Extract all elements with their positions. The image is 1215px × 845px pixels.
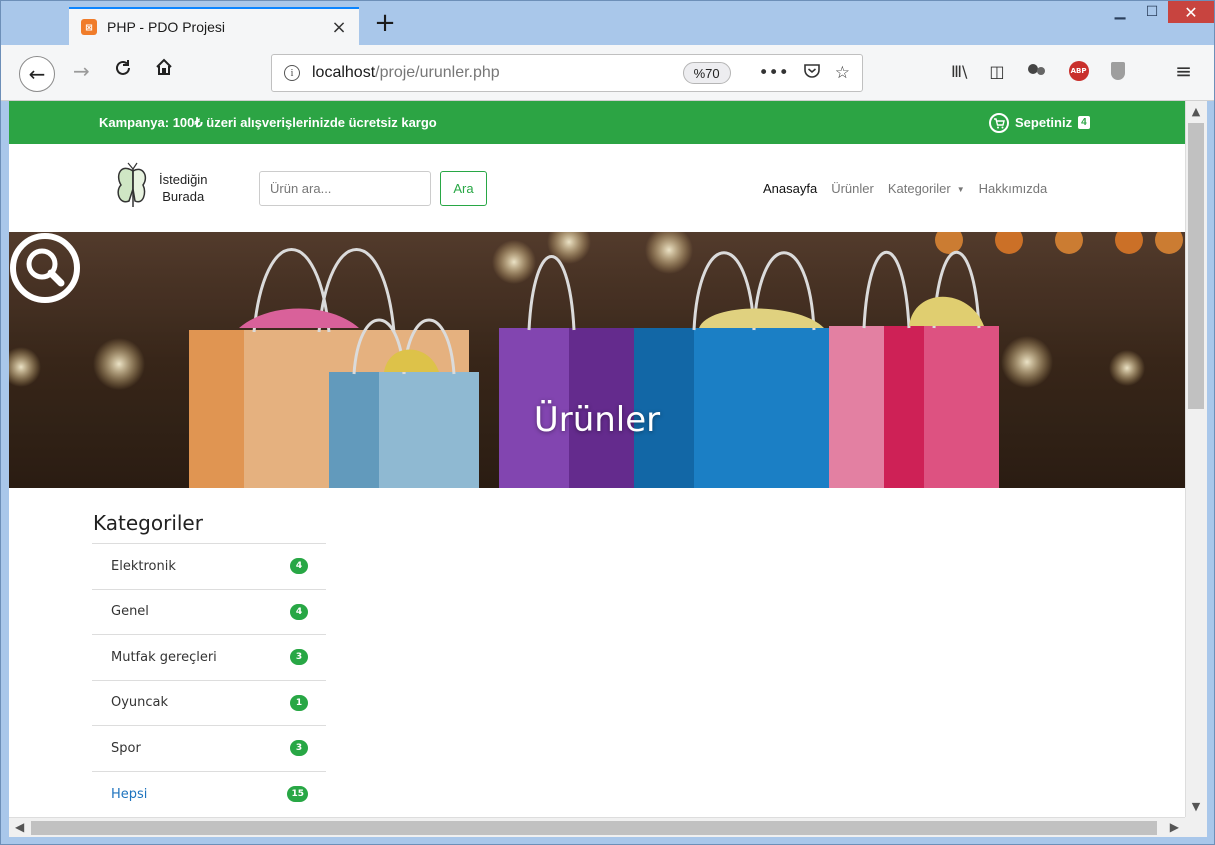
title-bar: ⊠ PHP - PDO Projesi × + ▁ ☐ ✕ [1,1,1214,45]
butterfly-logo-icon [117,162,147,207]
scrollbar-corner [1185,817,1207,837]
categories-title: Kategoriler [93,511,203,535]
vertical-scroll-thumb[interactable] [1188,123,1204,409]
bookmark-star-icon[interactable]: ☆ [835,63,850,83]
forward-arrow-icon[interactable]: → [73,59,90,83]
campaign-bar: Kampanya: 100₺ üzeri alışverişlerinizde … [9,101,1185,144]
back-arrow-icon[interactable]: ← [19,56,55,92]
xampp-favicon-icon: ⊠ [81,19,97,35]
minimize-button[interactable]: ▁ [1104,1,1136,23]
library-icon[interactable]: Ⅲ\ [951,62,967,81]
address-bar[interactable]: i localhost/proje/urunler.php %70 ••• ☆ [271,54,863,92]
horizontal-scrollbar[interactable]: ◀ ▶ [9,817,1185,837]
toolbar-right: Ⅲ\ ◫ ABP [951,61,1125,81]
scroll-down-icon[interactable]: ▼ [1186,800,1206,813]
menu-item-categories[interactable]: Kategoriler ▼ [888,181,965,196]
adblock-plus-icon[interactable]: ABP [1068,61,1089,81]
horizontal-scroll-thumb[interactable] [31,821,1157,835]
home-icon[interactable] [154,57,174,82]
category-label: Elektronik [111,558,176,574]
main-menu: Anasayfa Ürünler Kategoriler ▼ Hakkımızda [763,181,1047,196]
category-item-elektronik[interactable]: Elektronik 4 [92,544,326,590]
category-label: Hepsi [111,786,148,802]
hero-title: Ürünler [533,400,661,440]
sidebar-icon[interactable]: ◫ [989,62,1004,81]
category-count-badge: 4 [290,558,308,575]
url-actions: ••• ☆ [759,62,850,85]
category-count-badge: 3 [290,740,308,757]
page-viewport: Kampanya: 100₺ üzeri alışverişlerinizde … [9,101,1185,817]
extension-icon[interactable] [1027,61,1047,81]
category-label: Spor [111,740,141,756]
zoom-level-badge[interactable]: %70 [682,62,731,84]
search-magnifier-icon [10,233,80,303]
scroll-up-icon[interactable]: ▲ [1186,105,1206,118]
reload-icon[interactable] [113,58,133,83]
category-item-spor[interactable]: Spor 3 [92,726,326,772]
menu-item-about[interactable]: Hakkımızda [979,181,1048,196]
product-search-input[interactable] [259,171,431,206]
window-controls: ▁ ☐ ✕ [1104,1,1214,23]
close-window-button[interactable]: ✕ [1168,1,1214,23]
cart-label: Sepetiniz [1015,115,1073,130]
category-item-genel[interactable]: Genel 4 [92,590,326,635]
scroll-right-icon[interactable]: ▶ [1170,820,1179,834]
site-header: İstediğin Burada Ara Anasayfa Ürünler Ka… [9,144,1185,232]
cart-icon [989,112,1009,133]
cart-link[interactable]: Sepetiniz 4 [989,112,1090,133]
menu-item-home[interactable]: Anasayfa [763,181,817,196]
hero-banner: Ürünler [9,232,1185,488]
browser-tab[interactable]: ⊠ PHP - PDO Projesi × [69,7,359,45]
category-label: Mutfak gereçleri [111,649,217,665]
category-label: Genel [111,604,149,620]
maximize-button[interactable]: ☐ [1136,1,1168,23]
scroll-left-icon[interactable]: ◀ [15,820,24,834]
navigation-toolbar: ← → i localhost/proje/urunler.php %70 ••… [1,45,1214,101]
category-item-mutfak-gerecleri[interactable]: Mutfak gereçleri 3 [92,635,326,681]
category-item-hepsi[interactable]: Hepsi 15 [92,772,326,818]
menu-item-products[interactable]: Ürünler [831,181,874,196]
cart-count-badge: 4 [1078,116,1090,129]
pocket-icon[interactable] [803,62,821,85]
category-count-badge: 4 [290,603,308,620]
site-info-icon[interactable]: i [284,65,300,81]
browser-window: ⊠ PHP - PDO Projesi × + ▁ ☐ ✕ ← → i loca… [0,0,1215,845]
category-count-badge: 15 [287,786,308,803]
page-actions-icon[interactable]: ••• [759,63,789,83]
dropdown-caret-icon: ▼ [956,185,965,195]
new-tab-button[interactable]: + [369,7,401,41]
category-item-oyuncak[interactable]: Oyuncak 1 [92,681,326,726]
category-list: Elektronik 4 Genel 4 Mutfak gereçleri 3 … [92,543,326,817]
category-count-badge: 1 [290,694,308,711]
url-text[interactable]: localhost/proje/urunler.php [312,64,683,82]
privacy-shield-icon[interactable] [1110,62,1125,80]
category-count-badge: 3 [290,649,308,666]
vertical-scrollbar[interactable]: ▲ ▼ [1185,101,1207,817]
tab-title: PHP - PDO Projesi [107,19,225,35]
hamburger-menu-icon[interactable]: ≡ [1175,59,1192,83]
logo-text: İstediğin Burada [159,172,208,204]
campaign-text: Kampanya: 100₺ üzeri alışverişlerinizde … [99,114,437,130]
close-tab-icon[interactable]: × [329,17,349,38]
category-label: Oyuncak [111,695,169,711]
site-logo[interactable]: İstediğin Burada [113,161,207,215]
search-button[interactable]: Ara [440,171,487,206]
shopping-bags-illustration [9,232,1185,488]
